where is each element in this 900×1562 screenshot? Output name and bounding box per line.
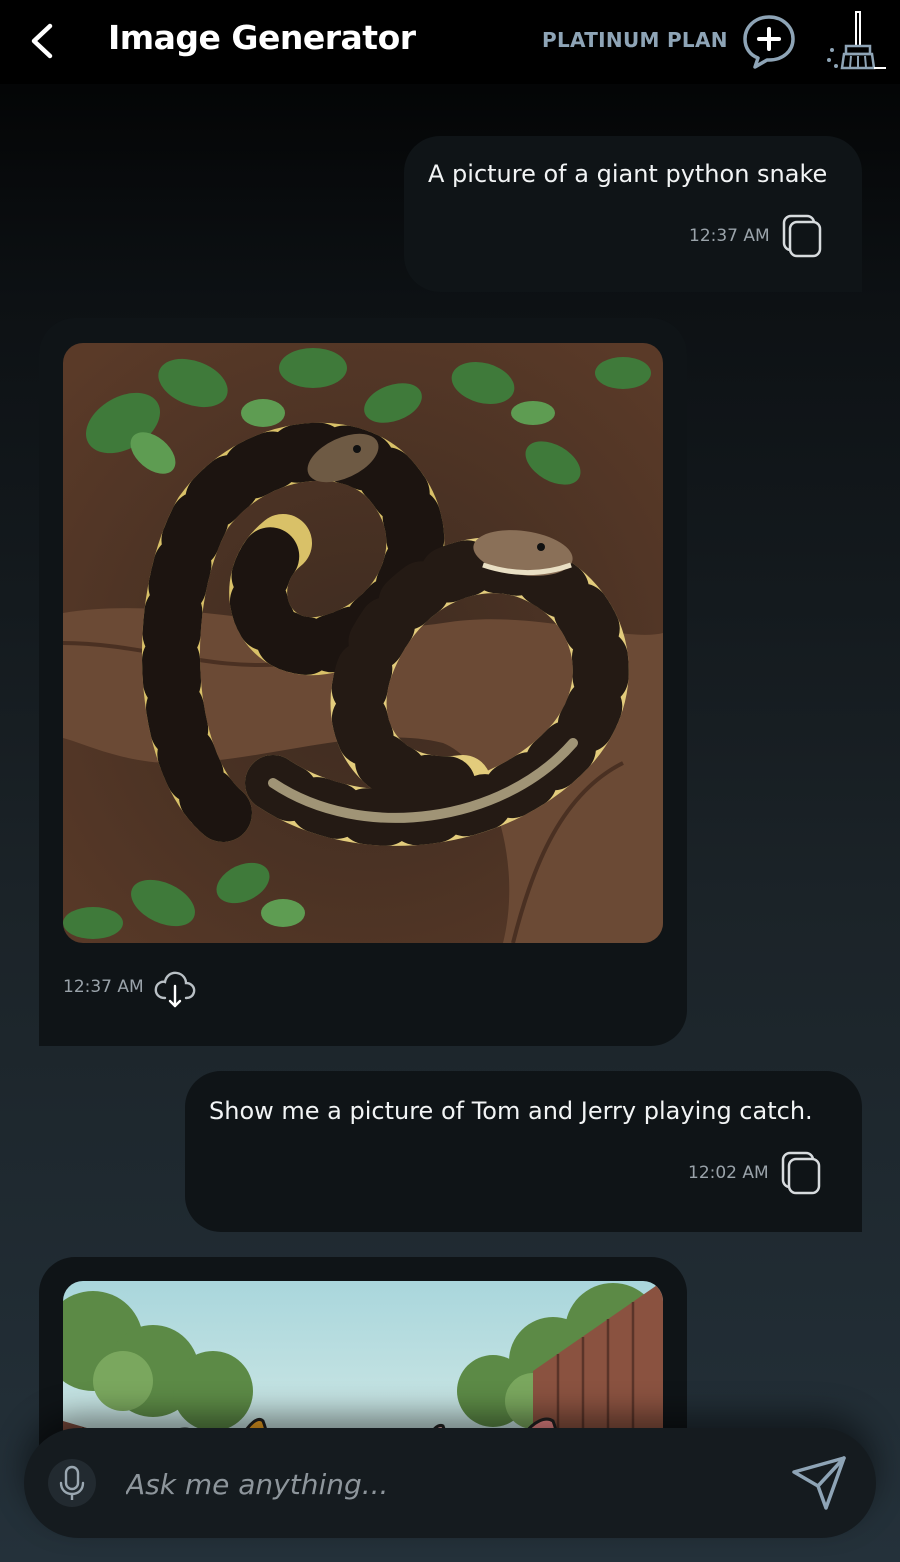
- chat-input[interactable]: [124, 1458, 768, 1510]
- plan-badge[interactable]: PLATINUM PLAN: [542, 28, 728, 52]
- user-message-bubble: Show me a picture of Tom and Jerry playi…: [185, 1071, 862, 1232]
- chat-input-bar: [24, 1428, 876, 1538]
- assistant-message-bubble: 12:37 AM: [39, 318, 687, 1046]
- copy-icon[interactable]: [781, 1151, 821, 1195]
- user-message-bubble: A picture of a giant python snake 12:37 …: [404, 136, 862, 292]
- microphone-icon: [59, 1465, 85, 1500]
- generated-image[interactable]: [63, 343, 663, 943]
- broom-icon[interactable]: [824, 8, 888, 74]
- send-icon[interactable]: [788, 1452, 852, 1514]
- microphone-button[interactable]: [48, 1459, 96, 1507]
- chevron-left-icon[interactable]: [24, 20, 64, 62]
- chat-plus-icon[interactable]: [740, 12, 798, 70]
- download-cloud-icon[interactable]: [153, 968, 197, 1010]
- message-timestamp: 12:37 AM: [689, 226, 770, 246]
- message-timestamp: 12:37 AM: [63, 977, 144, 997]
- message-text: Show me a picture of Tom and Jerry playi…: [209, 1097, 813, 1125]
- copy-icon[interactable]: [782, 214, 822, 258]
- message-timestamp: 12:02 AM: [688, 1163, 769, 1183]
- message-text: A picture of a giant python snake: [428, 160, 828, 188]
- top-bar: Image Generator PLATINUM PLAN: [0, 0, 900, 84]
- page-title: Image Generator: [108, 18, 416, 57]
